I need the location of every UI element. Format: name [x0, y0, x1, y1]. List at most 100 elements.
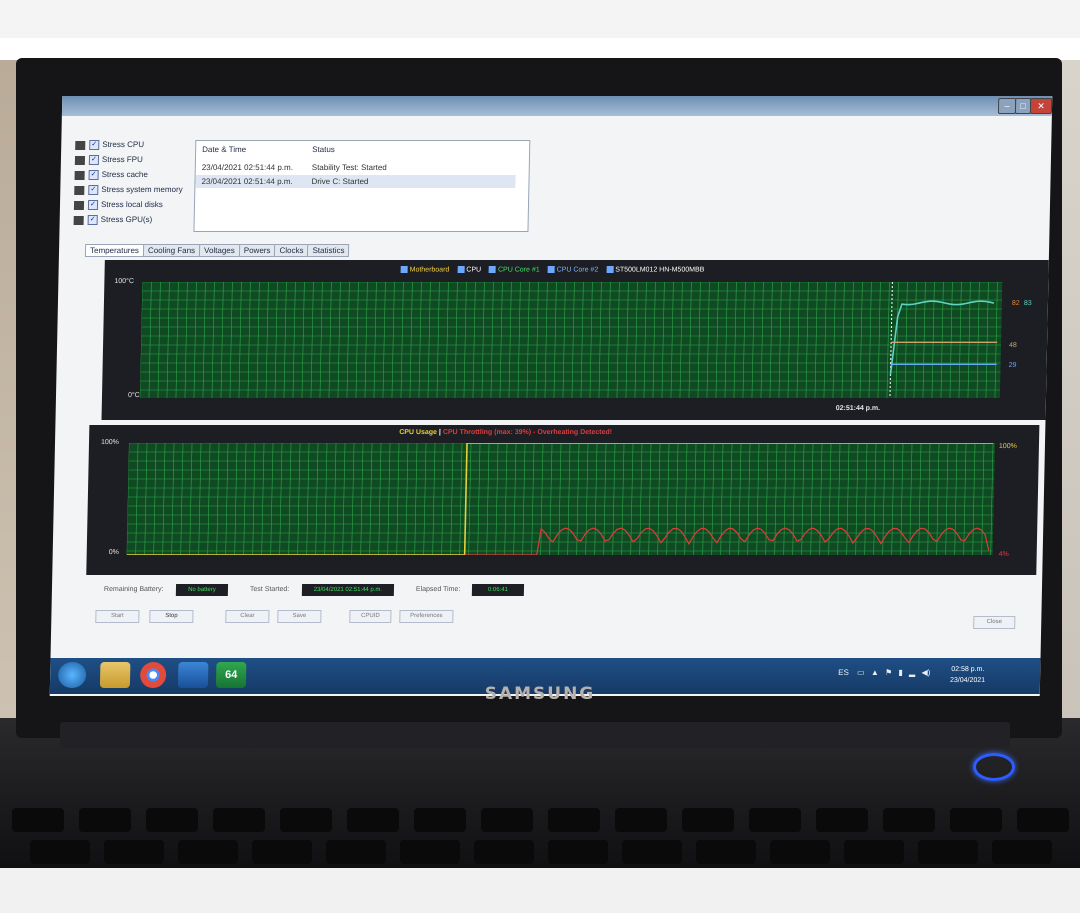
keyboard-key[interactable]	[252, 840, 312, 864]
keyboard-key[interactable]	[622, 840, 682, 864]
checkbox-icon[interactable]	[457, 266, 465, 273]
photo-top-margin	[0, 0, 1080, 38]
keyboard-key[interactable]	[414, 808, 466, 832]
keyboard-key[interactable]	[481, 808, 533, 832]
stress-option-label: Stress FPU	[101, 155, 143, 165]
aida64-icon[interactable]: 64	[215, 662, 247, 688]
end-value-core1: 82	[1011, 300, 1020, 307]
test-started-value: 23/04/2021 02:51:44 p.m.	[301, 584, 395, 596]
keyboard-key[interactable]	[844, 840, 904, 864]
temp-x-marker-label: 02:51:44 p.m.	[835, 405, 881, 412]
tab-statistics[interactable]: Statistics	[307, 244, 350, 257]
keyboard-key[interactable]	[816, 808, 868, 832]
clear-button[interactable]: Clear	[225, 610, 270, 623]
start-orb-icon[interactable]	[57, 662, 87, 688]
tab-clocks[interactable]: Clocks	[274, 244, 309, 257]
checkbox-icon[interactable]	[606, 266, 614, 273]
save-button[interactable]: Save	[277, 610, 322, 623]
stop-button[interactable]: Stop	[149, 610, 194, 623]
keyboard-key[interactable]	[104, 840, 164, 864]
keyboard-key[interactable]	[615, 808, 667, 832]
stress-option[interactable]: ✓ Stress GPU(s)	[73, 215, 152, 230]
close-window-button[interactable]: ✕	[1029, 98, 1053, 114]
keyboard-key[interactable]	[400, 840, 460, 864]
battery-label: Remaining Battery:	[103, 586, 164, 593]
log-status: Stability Test: Started	[311, 163, 387, 172]
window-titlebar: – □ ✕	[61, 96, 1053, 116]
checkbox-icon[interactable]: ✓	[87, 215, 98, 225]
stress-option[interactable]: ✓ Stress CPU	[75, 140, 144, 155]
stress-option[interactable]: ✓ Stress system memory	[74, 185, 183, 200]
stress-option[interactable]: ✓ Stress cache	[74, 170, 148, 185]
checkbox-icon[interactable]: ✓	[89, 140, 100, 150]
battery-icon[interactable]: ▮	[898, 668, 903, 677]
legend-disk: ST500LM012 HN-M500MBB	[615, 266, 705, 274]
start-button[interactable]: Start	[95, 610, 140, 623]
keyboard-key[interactable]	[950, 808, 1002, 832]
checkbox-icon[interactable]: ✓	[88, 185, 99, 195]
keyboard-key[interactable]	[280, 808, 332, 832]
keyboard-key[interactable]	[474, 840, 534, 864]
keyboard-key[interactable]	[918, 840, 978, 864]
keyboard-key[interactable]	[213, 808, 265, 832]
taskbar-clock[interactable]: 02:58 p.m. 23/04/2021	[950, 664, 986, 686]
end-usage-value: 100%	[998, 443, 1017, 450]
keyboard-key[interactable]	[749, 808, 801, 832]
photo-bottom-margin	[0, 868, 1080, 913]
network-icon[interactable]: ▂	[909, 668, 915, 677]
flag-icon[interactable]: ⚑	[885, 668, 892, 677]
keyboard-key[interactable]	[548, 840, 608, 864]
stress-option-label: Stress cache	[101, 170, 148, 180]
keyboard-key[interactable]	[347, 808, 399, 832]
keyboard-icon[interactable]: ▭	[857, 668, 865, 677]
language-indicator[interactable]: ES	[838, 668, 849, 677]
file-explorer-icon[interactable]	[99, 662, 131, 688]
checkbox-icon[interactable]	[488, 266, 497, 273]
sensor-tabs: Temperatures Cooling Fans Voltages Powers Cl…	[84, 240, 350, 257]
usage-plot	[126, 443, 996, 555]
keyboard-key[interactable]	[30, 840, 90, 864]
checkbox-icon[interactable]: ✓	[88, 155, 100, 165]
show-hidden-icons-icon[interactable]: ▲	[871, 668, 879, 677]
stress-option[interactable]: ✓ Stress local disks	[73, 200, 163, 215]
tab-cooling-fans[interactable]: Cooling Fans	[142, 244, 201, 257]
keyboard-key[interactable]	[548, 808, 600, 832]
chrome-icon[interactable]	[139, 662, 167, 688]
power-button[interactable]	[973, 753, 1015, 781]
end-value-core2: 83	[1023, 300, 1032, 307]
keyboard-key[interactable]	[1017, 808, 1069, 832]
keyboard-key[interactable]	[770, 840, 830, 864]
log-row[interactable]: 23/04/2021 02:51:44 p.m. Stability Test:…	[196, 161, 516, 174]
checkbox-icon[interactable]	[547, 266, 555, 273]
keyboard-key[interactable]	[12, 808, 64, 832]
checkbox-icon[interactable]: ✓	[87, 200, 99, 210]
keyboard-key[interactable]	[696, 840, 756, 864]
keyboard-key[interactable]	[682, 808, 734, 832]
close-button[interactable]: Close	[973, 616, 1016, 629]
tab-voltages[interactable]: Voltages	[198, 244, 240, 257]
keyboard-key[interactable]	[79, 808, 131, 832]
preferences-button[interactable]: Preferences	[399, 610, 454, 623]
maximize-button[interactable]: □	[1014, 98, 1032, 114]
checkbox-icon[interactable]: ✓	[88, 170, 99, 180]
clock-date: 23/04/2021	[949, 677, 986, 684]
tab-temperatures[interactable]: Temperatures	[84, 244, 145, 257]
checkbox-icon[interactable]	[400, 266, 408, 273]
cpuid-button[interactable]: CPUID	[349, 610, 392, 623]
keyboard-hinge	[60, 722, 1010, 748]
keyboard-key[interactable]	[326, 840, 386, 864]
keyboard-key[interactable]	[992, 840, 1052, 864]
usage-separator: |	[438, 429, 441, 436]
stress-option[interactable]: ✓ Stress FPU	[74, 155, 143, 170]
tab-powers[interactable]: Powers	[238, 244, 276, 257]
volume-icon[interactable]: ◀)	[921, 668, 930, 677]
system-tray: ES ▭ ▲ ⚑ ▮ ▂ ◀)	[838, 668, 930, 677]
log-status: Drive C: Started	[311, 177, 369, 186]
minimize-button[interactable]: –	[997, 98, 1017, 114]
keyboard-key[interactable]	[883, 808, 935, 832]
keyboard-key[interactable]	[178, 840, 238, 864]
keyboard-key[interactable]	[146, 808, 198, 832]
fpu-icon	[74, 155, 86, 165]
media-player-icon[interactable]	[177, 662, 209, 688]
log-row[interactable]: 23/04/2021 02:51:44 p.m. Drive C: Starte…	[195, 175, 516, 188]
